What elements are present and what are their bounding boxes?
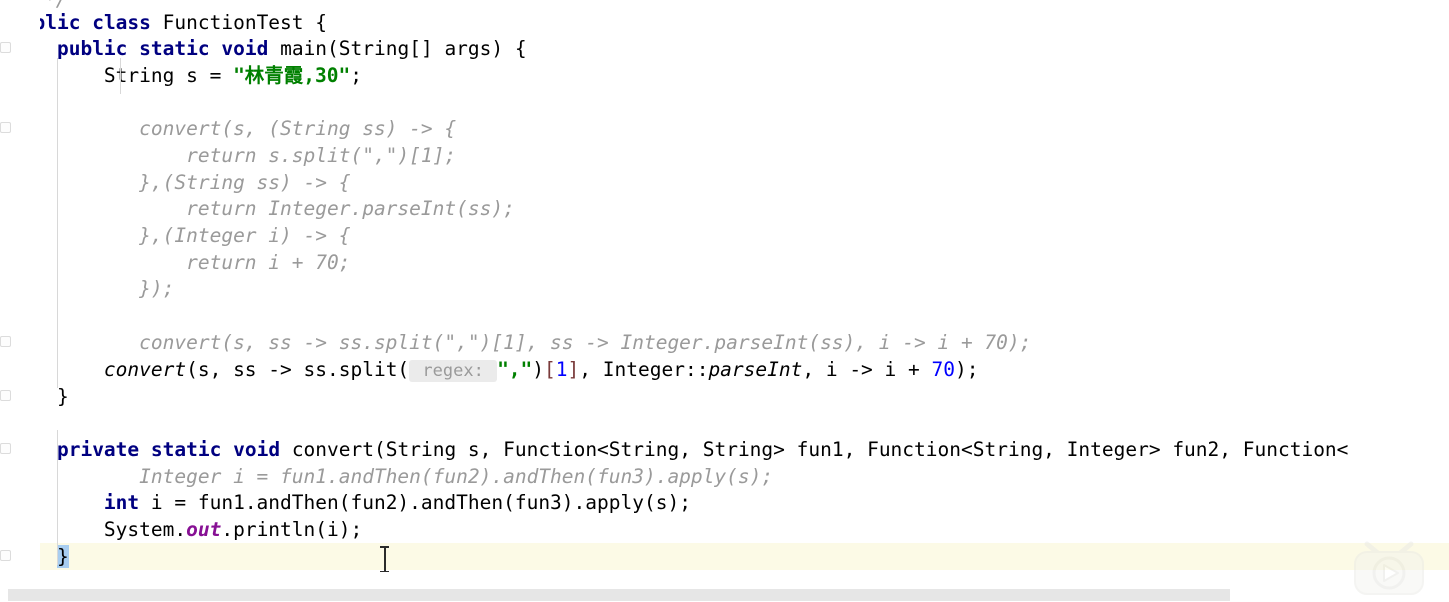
code-line[interactable]: // convert(s, (String ss) -> {: [0, 116, 1449, 143]
code-line[interactable]: public class FunctionTest {: [0, 10, 1449, 37]
code-line-text: // convert(s, (String ss) -> {: [10, 116, 456, 143]
code-line-text: convert(s, ss -> ss.split( regex: ",")[1…: [10, 357, 978, 385]
code-token-brk: [: [544, 358, 556, 381]
code-line[interactable]: // },(String ss) -> {: [0, 170, 1449, 197]
code-line-text: // convert(s, ss -> ss.split(",")[1], ss…: [10, 330, 1031, 357]
code-token-plain: (s, ss -> ss.split(: [186, 358, 410, 381]
code-token-cmt: Integer i = fun1.andThen(fun2).andThen(f…: [33, 465, 774, 488]
code-line-text: // return Integer.parseInt(ss);: [10, 196, 515, 223]
code-line-text: public static void main(String[] args) {: [10, 36, 527, 63]
text-cursor-icon: [380, 546, 389, 572]
indent-guide: [120, 58, 121, 94]
code-token-str: ",": [497, 358, 533, 381]
code-token-statfld: out: [186, 518, 222, 541]
code-line[interactable]: // return i + 70;: [0, 250, 1449, 277]
code-token-num: 70: [931, 358, 955, 381]
code-token-ital: convert: [103, 358, 187, 381]
code-token-ital: parseInt: [708, 358, 803, 381]
code-line[interactable]: [0, 303, 1449, 330]
code-token-plain: ): [532, 358, 545, 381]
code-line[interactable]: // return s.split(",")[1];: [0, 143, 1449, 170]
code-line[interactable]: [0, 410, 1449, 437]
code-line[interactable]: [0, 90, 1449, 117]
code-token-brk: ]: [567, 358, 580, 381]
code-line-text: // Integer i = fun1.andThen(fun2).andThe…: [10, 464, 773, 491]
code-token-plain: String s =: [10, 64, 234, 87]
code-editor[interactable]: */ public class FunctionTest { public st…: [0, 0, 1449, 602]
code-line[interactable]: convert(s, ss -> ss.split( regex: ",")[1…: [0, 357, 1449, 384]
code-token-str: "林青霞,30": [233, 64, 351, 87]
code-token-kw: private: [56, 438, 140, 461]
code-fold-marker[interactable]: [0, 443, 11, 454]
code-token-kw: public: [56, 37, 128, 60]
code-token-plain: .println(i);: [221, 518, 363, 541]
indent-guide: [57, 430, 58, 565]
horizontal-scrollbar-track[interactable]: [0, 588, 1449, 602]
code-token-plain: FunctionTest {: [150, 11, 328, 34]
code-line[interactable]: System.out.println(i);: [0, 517, 1449, 544]
code-token-kw: static: [139, 37, 210, 60]
code-line[interactable]: public static void main(String[] args) {: [0, 36, 1449, 63]
code-token-plain: ;: [350, 64, 363, 87]
code-line-text: // },(String ss) -> {: [10, 170, 350, 197]
code-token-kw: void: [221, 37, 269, 60]
code-line-text: public class FunctionTest {: [10, 10, 327, 37]
code-line-text: // },(Integer i) -> {: [10, 223, 350, 250]
code-line-text: // return s.split(",")[1];: [10, 143, 456, 170]
editor-gutter[interactable]: [0, 0, 40, 602]
code-token-kw: void: [233, 438, 281, 461]
code-line[interactable]: // convert(s, ss -> ss.split(",")[1], ss…: [0, 330, 1449, 357]
code-line[interactable]: // });: [0, 276, 1449, 303]
indent-guide: [57, 58, 58, 388]
code-fold-marker[interactable]: [0, 336, 11, 347]
code-content[interactable]: public class FunctionTest { public stati…: [0, 0, 1449, 602]
code-token-num: 1: [555, 358, 568, 381]
code-token-plain: , i -> i +: [802, 358, 932, 381]
code-fold-marker[interactable]: [0, 122, 11, 133]
code-token-cmt: return s.split(",")[1];: [33, 144, 457, 167]
code-line[interactable]: int i = fun1.andThen(fun2).andThen(fun3)…: [0, 490, 1449, 517]
code-line[interactable]: // },(Integer i) -> {: [0, 223, 1449, 250]
code-token-cmt: convert(s, ss -> ss.split(",")[1], ss ->…: [33, 331, 1032, 354]
code-fold-marker[interactable]: [0, 550, 11, 561]
code-token-cmt: return Integer.parseInt(ss);: [33, 197, 515, 220]
code-token-kw: class: [92, 11, 151, 34]
code-line-text: int i = fun1.andThen(fun2).andThen(fun3)…: [10, 490, 691, 517]
code-line-text: System.out.println(i);: [10, 517, 362, 544]
code-token-plain: , Integer::: [579, 358, 709, 381]
code-token-cmt: },(String ss) -> {: [33, 171, 351, 194]
code-fold-marker[interactable]: [0, 390, 11, 401]
code-line-text: String s = "林青霞,30";: [10, 63, 362, 90]
code-token-plain: main(String[] args) {: [268, 37, 527, 60]
code-token-hint: regex:: [409, 360, 498, 382]
code-token-plain: convert(String s, Function<String, Strin…: [280, 438, 1349, 461]
horizontal-scrollbar-thumb[interactable]: [8, 589, 1230, 601]
code-token-cmt: return i + 70;: [33, 251, 351, 274]
code-line[interactable]: }: [0, 384, 1449, 411]
code-line[interactable]: // Integer i = fun1.andThen(fun2).andThe…: [0, 464, 1449, 491]
code-token-plain: }: [56, 545, 69, 568]
code-line[interactable]: // return Integer.parseInt(ss);: [0, 196, 1449, 223]
code-token-cmt: });: [33, 277, 175, 300]
code-fold-marker[interactable]: [0, 42, 11, 53]
code-token-plain: i = fun1.andThen(fun2).andThen(fun3).app…: [139, 491, 691, 514]
code-token-cmt: convert(s, (String ss) -> {: [33, 117, 457, 140]
code-line[interactable]: }: [0, 544, 1449, 571]
code-line-text: // return i + 70;: [10, 250, 350, 277]
code-token-plain: );: [954, 358, 979, 381]
code-line[interactable]: private static void convert(String s, Fu…: [0, 437, 1449, 464]
code-token-cmt: },(Integer i) -> {: [33, 224, 351, 247]
code-line-text: private static void convert(String s, Fu…: [10, 437, 1348, 464]
code-line[interactable]: String s = "林青霞,30";: [0, 63, 1449, 90]
code-token-kw: int: [103, 491, 140, 514]
code-token-kw: static: [150, 438, 222, 461]
